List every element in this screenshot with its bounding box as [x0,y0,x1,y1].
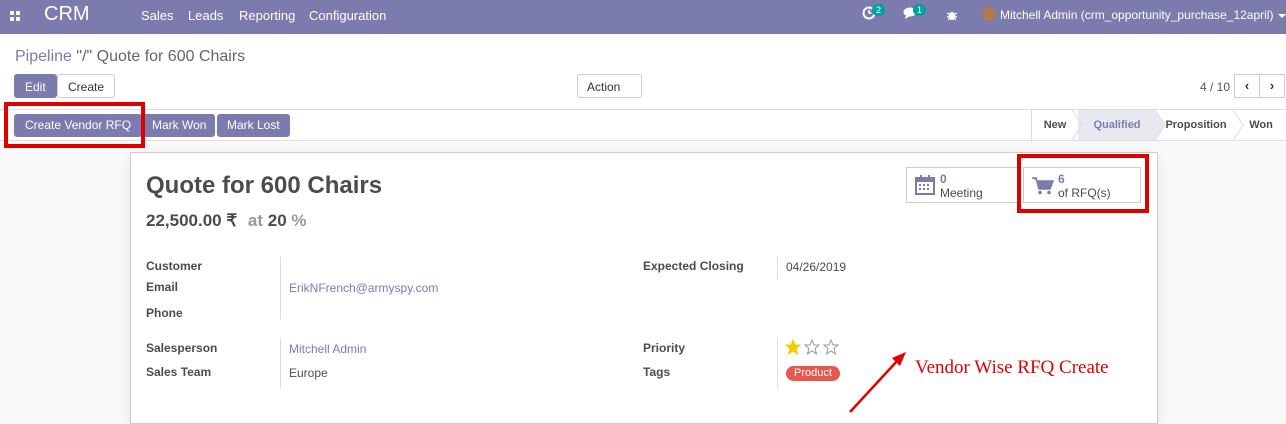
percent-label: % [291,211,307,230]
mark-lost-button[interactable]: Mark Lost [217,114,290,137]
user-caret-icon [1278,14,1286,18]
bug-icon[interactable] [946,9,958,24]
email-value[interactable]: ErikNFrench@armyspy.com [289,281,438,295]
highlight-box [4,102,145,148]
pager-value[interactable]: 4 / 10 [1200,80,1230,94]
edit-button[interactable]: Edit [14,74,57,98]
sales-team-label: Sales Team [146,365,212,379]
annotation-text: Vendor Wise RFQ Create [915,357,1109,378]
menu-sales[interactable]: Sales [141,8,174,23]
action-label: Action [587,80,621,94]
stage-proposition[interactable]: Proposition [1160,110,1232,140]
expected-closing-label: Expected Closing [643,259,744,273]
breadcrumb-current: Quote for 600 Chairs [96,48,246,65]
tag-product[interactable]: Product [786,366,840,381]
meeting-smart-button[interactable]: 0 Meeting [906,167,1021,203]
mark-won-button[interactable]: Mark Won [143,114,216,137]
stage-arrow [1072,110,1083,140]
calendar-icon [915,175,935,195]
star-empty-icon [822,338,840,356]
annotation-arrow [849,352,906,413]
create-button[interactable]: Create [57,74,116,98]
probability-value[interactable]: 20 [268,211,287,230]
user-menu[interactable]: Mitchell Admin (crm_opportunity_purchase… [1000,8,1273,22]
field-divider [280,257,281,319]
app-brand[interactable]: CRM [44,3,90,26]
breadcrumb-separator: "/" [76,48,93,65]
tags-label: Tags [643,365,671,379]
revenue-value[interactable]: 22,500.00 ₹ [146,211,237,230]
statusbar: Create Vendor RFQ Mark Won Mark Lost New… [0,110,1286,141]
top-navbar: CRM Sales Leads Reporting Configuration … [0,0,1286,34]
form-sheet: Quote for 600 Chairs 22,500.00 ₹ at 20 %… [130,152,1158,424]
menu-configuration[interactable]: Configuration [309,8,386,23]
activity-icon[interactable]: 2 [862,4,886,23]
phone-label: Phone [146,306,183,320]
field-divider [280,338,281,388]
field-divider [777,338,778,388]
opportunity-title: Quote for 600 Chairs [146,172,383,199]
stage-qualified[interactable]: Qualified [1078,110,1156,140]
star-filled-icon [784,338,802,356]
expected-revenue: 22,500.00 ₹ at 20 % [146,211,307,231]
meeting-label: Meeting [940,186,983,200]
priority-stars[interactable] [784,338,841,358]
control-panel: Pipeline "/" Quote for 600 Chairs Edit C… [0,34,1286,114]
meeting-count: 0 [940,172,947,186]
pager-next-button[interactable]: › [1259,74,1285,98]
user-avatar[interactable] [982,7,996,21]
salesperson-label: Salesperson [146,341,218,355]
menu-reporting[interactable]: Reporting [239,8,295,23]
apps-icon[interactable] [10,11,21,22]
priority-label: Priority [643,341,686,355]
stage-won[interactable]: Won [1244,110,1278,140]
breadcrumb: Pipeline "/" Quote for 600 Chairs [15,48,245,66]
highlight-box [1017,154,1149,213]
customer-label: Customer [146,259,203,273]
field-divider [777,257,778,279]
message-count-badge: 1 [913,4,927,16]
chat-icon[interactable]: 1 [903,4,927,23]
menu-leads[interactable]: Leads [188,8,223,23]
expected-closing-value[interactable]: 04/26/2019 [786,260,846,274]
sales-team-value[interactable]: Europe [289,366,328,380]
salesperson-value[interactable]: Mitchell Admin [289,342,366,356]
email-label: Email [146,280,179,294]
at-label: at [247,211,264,230]
activity-count-badge: 2 [872,4,886,16]
action-dropdown[interactable]: Action [577,74,642,114]
breadcrumb-pipeline[interactable]: Pipeline [15,48,72,65]
star-empty-icon [803,338,821,356]
pager-previous-button[interactable]: ‹ [1234,74,1260,98]
